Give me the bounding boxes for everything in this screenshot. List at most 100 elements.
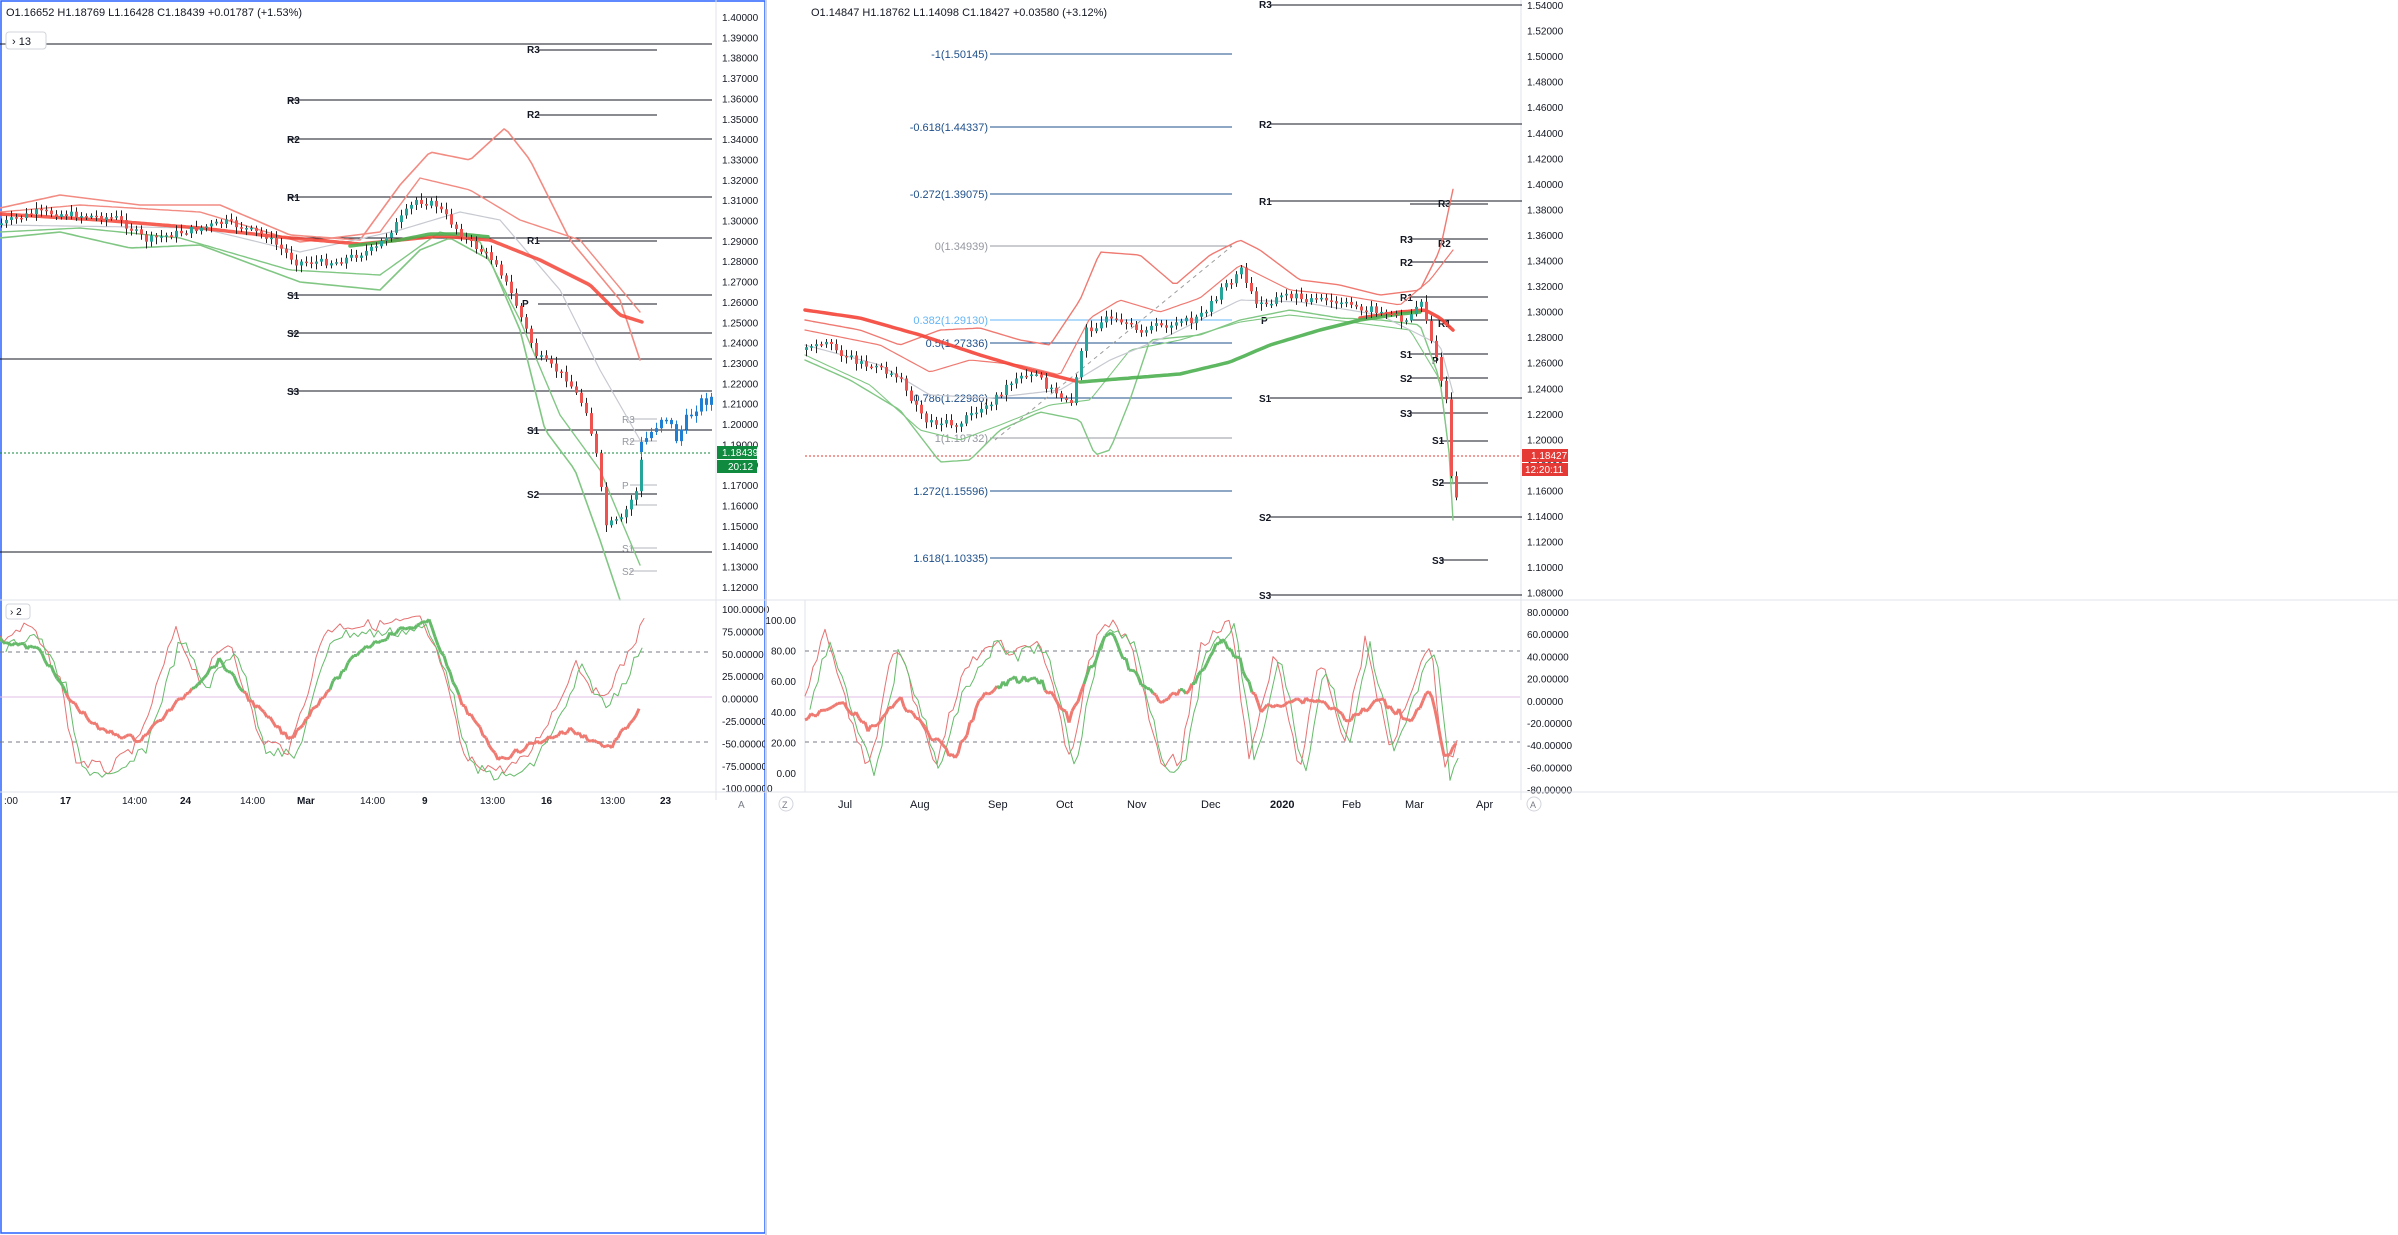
left-osc-smooth (331, 676, 338, 682)
right-osc-smooth (1043, 689, 1050, 695)
right-osc-smooth (1073, 700, 1080, 707)
left-bb-lower-green-2 (0, 227, 641, 566)
left-price-tick: 1.24000 (722, 339, 759, 350)
left-candle-body (580, 392, 583, 403)
pivot-label-s1: S1 (287, 291, 300, 302)
right-candle-body (1390, 313, 1393, 316)
left-candle-body (290, 252, 293, 260)
right-candle-body (830, 341, 833, 344)
left-candle-body (300, 261, 303, 266)
pivot-label-r1: R1 (1400, 293, 1413, 304)
left-osc-smooth (368, 644, 373, 649)
left-candle-body (460, 228, 463, 238)
left-candle-body (75, 211, 78, 218)
left-osc-smooth (205, 667, 212, 676)
left-candle-body (105, 217, 108, 221)
pivot-label-s2: S2 (1400, 374, 1413, 385)
right-osc-smooth (1329, 706, 1334, 711)
left-candle-body (190, 226, 193, 234)
left-price-tick: 1.37000 (722, 74, 759, 85)
right-osc-smooth (1388, 705, 1395, 713)
right-osc-smooth (1278, 704, 1283, 708)
right-candle-body (1025, 375, 1028, 378)
right-osc-smooth (1115, 642, 1122, 652)
left-osc-smooth (478, 726, 485, 737)
right-osc-smooth (1436, 724, 1443, 742)
right-osc-smooth (953, 752, 960, 759)
left-time-tick: 16 (541, 796, 553, 807)
left-price-tick: 1.16000 (722, 501, 759, 512)
left-time-tick: 24 (180, 796, 192, 807)
left-candle-body (590, 413, 593, 434)
pivot-label-s3: S3 (287, 387, 300, 398)
left-candle-body (235, 220, 238, 228)
right-candle-body (900, 377, 903, 379)
left-osc-tick: -75.00000 (722, 762, 767, 773)
left-osc-smooth (346, 657, 353, 664)
right-osc-smooth (1409, 715, 1416, 723)
left-last-price: 1.18439 (722, 448, 759, 459)
left-osc-smooth (71, 700, 76, 705)
pivot-label-r2: R2 (1400, 258, 1413, 269)
left-candle-body (415, 199, 418, 205)
left-candle-body (230, 219, 233, 221)
left-time-tick: :00 (4, 796, 18, 807)
right-candle-body (1040, 374, 1043, 378)
left-chart-pane[interactable]: 1.40000 1.39000 1.38000 1.37000 1.36000 1.350… (0, 0, 773, 1234)
left-candle-body (380, 240, 383, 247)
trading-charts[interactable]: 1.40000 1.39000 1.38000 1.37000 1.36000 1.350… (0, 0, 2398, 1235)
right-price-tick: 1.22000 (1527, 410, 1564, 421)
right-chart-pane[interactable]: 1.54000 1.52000 1.50000 1.48000 1.46000 1.440… (765, 0, 2398, 812)
left-osc-smooth (52, 672, 59, 680)
right-price-tick: 1.30000 (1527, 308, 1564, 319)
pivot-label-p: P (622, 481, 629, 492)
left-candle-body (95, 215, 98, 218)
right-osc-right-tick: 80.00000 (1527, 608, 1569, 619)
right-candle-body (820, 344, 823, 346)
right-price-tick: 1.10000 (1527, 563, 1564, 574)
right-time-tick: Oct (1056, 799, 1073, 811)
left-osc-smooth (404, 626, 409, 631)
right-candle-body (1145, 330, 1148, 333)
right-countdown: 12:20:11 (1525, 465, 1564, 476)
right-osc-smooth (969, 719, 974, 724)
right-osc-smooth (1118, 650, 1125, 660)
right-osc-smooth (902, 705, 909, 713)
left-osc-smooth (311, 705, 316, 711)
fib-level-label: -1(1.50145) (931, 49, 988, 61)
right-osc-smooth (990, 689, 995, 695)
left-candle-body (495, 260, 498, 265)
left-candle-body (310, 262, 313, 264)
right-candle-body (1055, 387, 1058, 394)
right-osc-smooth (1253, 693, 1260, 704)
right-candle-body (1300, 293, 1303, 300)
left-osc-smooth (383, 637, 388, 642)
left-osc-smooth (401, 626, 406, 631)
left-candle-body (260, 231, 263, 234)
left-price-tick: 1.36000 (722, 94, 759, 105)
right-osc-smooth (854, 711, 861, 719)
left-osc-smooth (256, 704, 263, 711)
right-osc-smooth (1304, 696, 1311, 703)
right-price-tick: 1.24000 (1527, 384, 1564, 395)
left-osc-tick: -25.00000 (722, 717, 767, 728)
right-candle-body (995, 394, 998, 405)
left-candle-body (375, 246, 378, 248)
right-price-tick: 1.50000 (1527, 52, 1564, 63)
right-osc-left-tick: 60.00 (771, 677, 796, 688)
left-price-tick: 1.13000 (722, 562, 759, 573)
left-bb-lower-green (0, 231, 621, 601)
right-osc-smooth (1401, 716, 1406, 721)
right-osc-left-tick: 100.00 (765, 616, 796, 627)
right-candle-body (1160, 323, 1163, 326)
pivot-label-r2: R2 (527, 110, 540, 121)
fib-level-label: 0.786(1.22986) (913, 393, 988, 405)
right-osc-smooth (1152, 691, 1157, 697)
right-osc-smooth (1238, 657, 1245, 672)
right-osc-smooth (1004, 678, 1011, 687)
left-osc-fast-red (0, 615, 645, 775)
right-candle-body (1005, 384, 1008, 396)
right-osc-smooth (875, 720, 882, 727)
right-time-tick: Nov (1127, 799, 1147, 811)
right-osc-left-tick: 40.00 (771, 708, 796, 719)
